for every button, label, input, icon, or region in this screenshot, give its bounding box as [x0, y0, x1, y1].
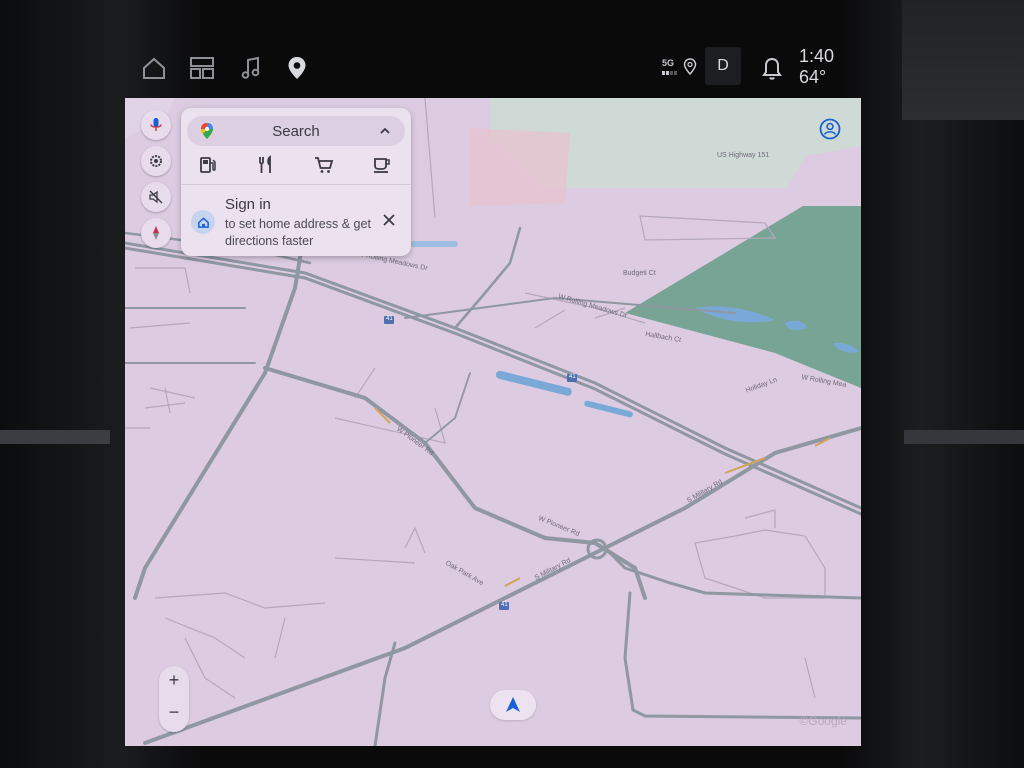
network-type: 5G — [662, 58, 675, 68]
search-bar[interactable]: Search — [187, 116, 405, 146]
search-card: Search Sign in to set home address & get… — [181, 108, 411, 256]
apps-grid-icon[interactable] — [188, 54, 216, 82]
compass-button[interactable] — [141, 218, 171, 248]
clock: 1:40 64° — [799, 46, 834, 88]
water-strip — [584, 400, 633, 418]
highway-shield-label: 41 — [386, 316, 393, 322]
recenter-button[interactable] — [490, 690, 536, 720]
signin-title[interactable]: Sign in — [225, 196, 271, 213]
highway-shields — [384, 316, 577, 610]
map-screen[interactable]: W Rolling Meadows Dr W Rolling Meadows D… — [125, 98, 861, 746]
home-icon[interactable] — [140, 54, 168, 82]
dashboard-trim-left — [0, 430, 110, 444]
compass-icon — [153, 226, 159, 240]
water-strip — [410, 241, 458, 247]
account-icon[interactable] — [819, 118, 841, 140]
signin-subtitle: to set home address & get directions fas… — [225, 217, 371, 248]
voice-search-button[interactable] — [141, 110, 171, 140]
shopping-cart-icon[interactable] — [313, 154, 335, 176]
settings-button[interactable] — [141, 146, 171, 176]
zoom-in-button[interactable]: + — [159, 670, 189, 691]
time-display: 1:40 — [799, 46, 835, 66]
dashboard-trim — [902, 0, 1024, 120]
card-divider — [181, 184, 411, 185]
chevron-up-icon[interactable] — [379, 125, 391, 137]
status-bar: 5G D 1:40 64° — [125, 40, 865, 96]
sound-off-icon — [149, 190, 163, 204]
dashboard-trim-right — [904, 430, 1024, 444]
highway-shield-label: 41 — [501, 602, 508, 608]
road-label: US Highway 151 — [717, 152, 770, 159]
microphone-icon — [150, 118, 162, 131]
music-note-icon[interactable] — [237, 54, 265, 82]
highway-shield-label: 41 — [569, 374, 576, 380]
notification-bell-icon[interactable] — [759, 54, 785, 82]
zoom-control: + − — [159, 666, 189, 732]
navigation-arrow-icon — [506, 697, 520, 712]
map-attribution: ©Google — [799, 714, 847, 728]
gas-station-icon[interactable] — [197, 154, 219, 176]
signal-bars-icon — [662, 71, 680, 75]
search-label: Search — [272, 123, 320, 140]
coffee-icon[interactable] — [371, 154, 393, 176]
road-label: Budgeti Ct — [623, 270, 656, 277]
settings-icon — [150, 155, 162, 167]
close-icon[interactable] — [381, 212, 397, 228]
mute-voice-button[interactable] — [141, 182, 171, 212]
location-icon — [683, 58, 697, 76]
map-pin-icon[interactable] — [283, 54, 311, 82]
park-area — [625, 206, 861, 388]
home-address-icon — [191, 210, 215, 234]
restaurant-icon[interactable] — [255, 154, 277, 176]
map-area-pink — [470, 128, 570, 206]
temperature-display: 64° — [799, 67, 827, 87]
drive-mode-indicator[interactable]: D — [705, 47, 741, 85]
zoom-out-button[interactable]: − — [159, 702, 189, 723]
